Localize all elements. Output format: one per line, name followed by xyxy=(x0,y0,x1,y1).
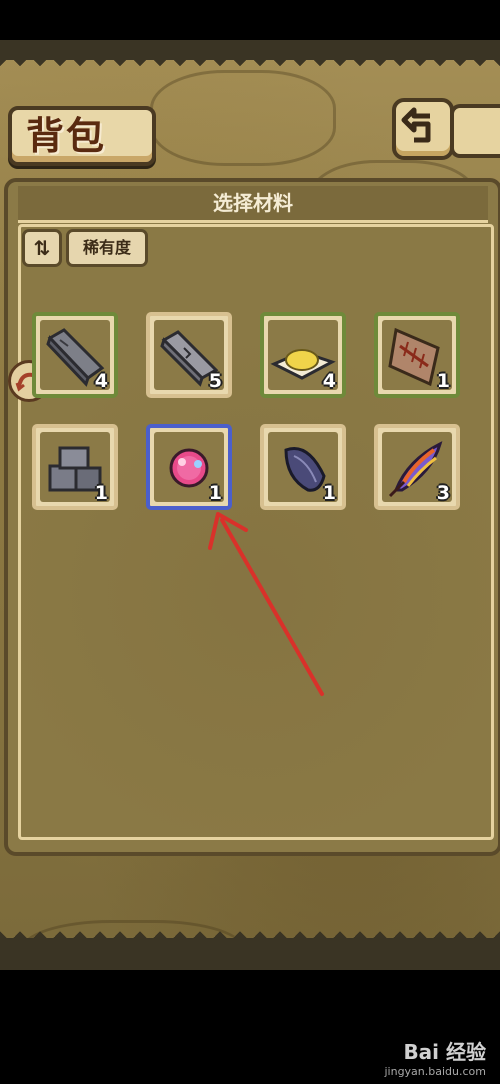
item-slot-fish-bone-tablet[interactable]: 1 xyxy=(374,312,460,398)
item-slot-yellow-powder[interactable]: 4 xyxy=(260,312,346,398)
zigzag-bottom-border xyxy=(0,926,500,970)
back-tab-decoration xyxy=(450,104,500,158)
item-count: 1 xyxy=(436,370,450,392)
item-slot-pink-orb[interactable]: 1 xyxy=(146,424,232,510)
back-button[interactable] xyxy=(392,98,454,160)
top-edge xyxy=(0,40,500,60)
item-slot-rainbow-feather[interactable]: 3 xyxy=(374,424,460,510)
material-panel: 选择材料 xyxy=(4,178,500,856)
sort-toggle-icon: ⇅ xyxy=(33,236,51,260)
item-slot-stone-blocks[interactable]: 1 xyxy=(32,424,118,510)
item-count: 1 xyxy=(322,482,336,504)
item-count: 3 xyxy=(436,482,450,504)
item-slot-cracked-stone-bar[interactable]: 5 xyxy=(146,312,232,398)
page-title: 背包 xyxy=(26,114,107,158)
watermark-url: jingyan.baidu.com xyxy=(384,1065,486,1078)
watermark-logo: Bai 经验 xyxy=(403,1040,486,1064)
item-count: 4 xyxy=(94,370,108,392)
item-count: 1 xyxy=(208,482,222,504)
sort-toggle-button[interactable]: ⇅ xyxy=(22,229,62,267)
return-arrow-icon xyxy=(401,107,431,143)
rarity-sort-button[interactable]: 稀有度 xyxy=(66,229,148,267)
item-count: 1 xyxy=(94,482,108,504)
item-slot-dark-seed[interactable]: 1 xyxy=(260,424,346,510)
watermark: Bai 经验 jingyan.baidu.com xyxy=(384,1036,486,1078)
item-slot-gray-stone-bar[interactable]: 4 xyxy=(32,312,118,398)
panel-header: 选择材料 xyxy=(18,186,488,223)
title-plate: 背包 xyxy=(8,106,156,166)
item-count: 5 xyxy=(208,370,222,392)
item-count: 4 xyxy=(322,370,336,392)
